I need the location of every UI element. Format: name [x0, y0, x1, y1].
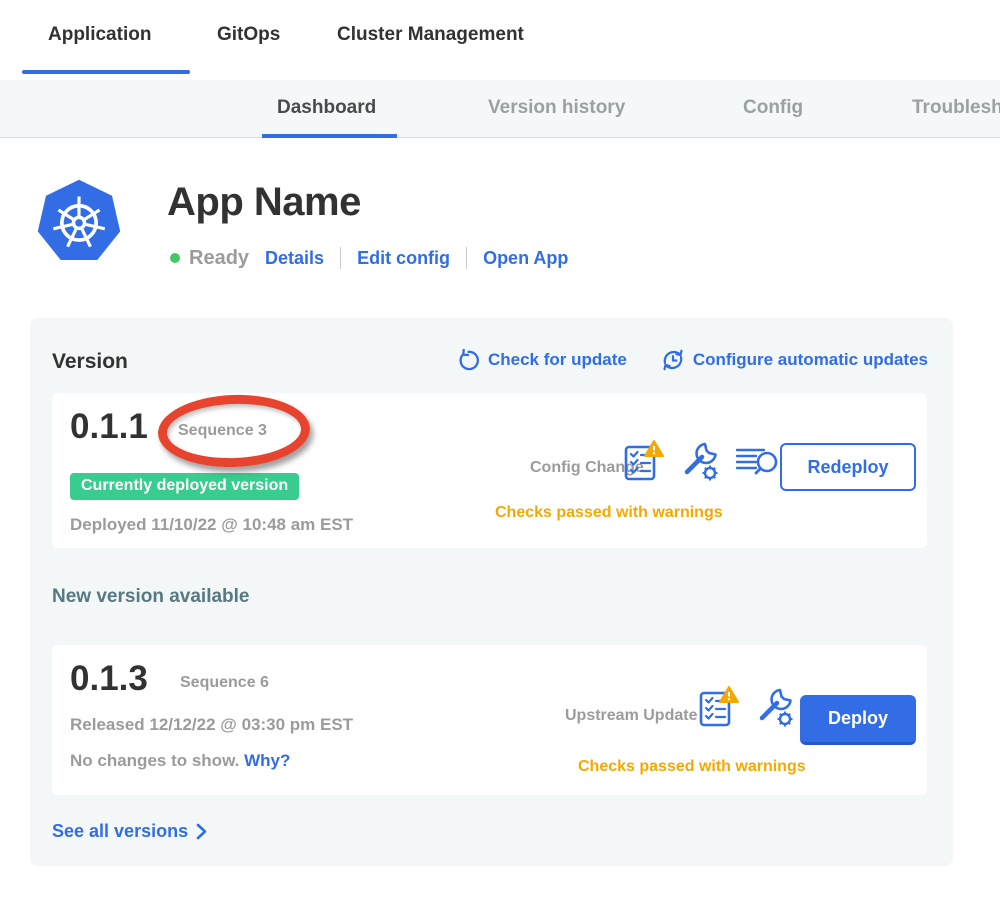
released-timestamp: Released 12/12/22 @ 03:30 pm EST	[70, 715, 353, 735]
edit-config-link[interactable]: Edit config	[357, 248, 450, 269]
tab-application[interactable]: Application	[48, 24, 151, 46]
currently-deployed-badge: Currently deployed version	[70, 473, 299, 500]
configure-automatic-updates-link[interactable]: Configure automatic updates	[661, 348, 928, 372]
new-version-card: 0.1.3 Sequence 6 Released 12/12/22 @ 03:…	[52, 645, 927, 795]
tab-gitops[interactable]: GitOps	[217, 24, 280, 46]
open-app-link[interactable]: Open App	[483, 248, 568, 269]
status-text: Ready	[189, 247, 249, 270]
tab-cluster-management[interactable]: Cluster Management	[337, 24, 524, 46]
tab-dashboard[interactable]: Dashboard	[277, 97, 376, 119]
checks-status-text[interactable]: Checks passed with warnings	[495, 504, 723, 522]
tab-config[interactable]: Config	[743, 97, 803, 119]
app-status-row: Ready Details Edit config Open App	[170, 245, 568, 271]
why-link[interactable]: Why?	[244, 751, 290, 770]
check-for-update-link[interactable]: Check for update	[457, 349, 627, 372]
edit-config-wrench-icon[interactable]	[754, 686, 796, 728]
version-action-icons	[622, 439, 780, 483]
preflight-checklist-warning-icon[interactable]	[697, 685, 741, 729]
deploy-button[interactable]: Deploy	[800, 695, 916, 745]
current-version-card: 0.1.1 Sequence 3 Currently deployed vers…	[52, 393, 927, 548]
see-all-versions-link[interactable]: See all versions	[52, 821, 207, 842]
view-diff-search-icon[interactable]	[734, 442, 780, 480]
app-sub-nav: Dashboard Version history Config Trouble…	[0, 80, 1000, 138]
new-version-number: 0.1.3	[70, 659, 148, 699]
tab-version-history[interactable]: Version history	[488, 97, 625, 119]
top-nav: Application GitOps Cluster Management	[0, 0, 1000, 80]
checks-status-text[interactable]: Checks passed with warnings	[578, 758, 806, 776]
new-version-sequence: Sequence 6	[180, 674, 269, 692]
kubernetes-logo-icon	[35, 178, 123, 266]
new-version-heading: New version available	[52, 586, 250, 608]
active-subtab-underline	[262, 134, 397, 138]
refresh-icon	[457, 349, 480, 372]
edit-config-wrench-icon[interactable]	[679, 440, 721, 482]
divider	[466, 247, 467, 269]
current-version-sequence: Sequence 3	[178, 422, 267, 440]
divider	[340, 247, 341, 269]
preflight-checklist-warning-icon[interactable]	[622, 439, 666, 483]
chevron-right-icon	[196, 823, 207, 840]
ready-status-dot-icon	[170, 253, 180, 263]
tab-troubleshoot[interactable]: Troubleshoot	[912, 97, 1000, 119]
check-for-update-label: Check for update	[488, 350, 627, 370]
version-panel-title: Version	[52, 350, 128, 374]
version-panel-actions: Check for update Configure automatic upd…	[457, 348, 928, 372]
deployed-timestamp: Deployed 11/10/22 @ 10:48 am EST	[70, 515, 353, 535]
no-changes-label: No changes to show.	[70, 751, 239, 770]
version-action-icons	[697, 685, 796, 729]
active-tab-underline	[22, 70, 190, 74]
details-link[interactable]: Details	[265, 248, 324, 269]
no-changes-text: No changes to show. Why?	[70, 751, 290, 771]
configure-automatic-updates-label: Configure automatic updates	[693, 350, 928, 370]
page-title: App Name	[167, 180, 361, 225]
current-version-number: 0.1.1	[70, 407, 148, 447]
version-panel: Version Check for update Configure autom…	[30, 318, 953, 866]
redeploy-button[interactable]: Redeploy	[780, 443, 916, 491]
see-all-versions-label: See all versions	[52, 821, 188, 842]
version-source-label: Upstream Update	[565, 707, 697, 725]
auto-update-clock-icon	[661, 348, 685, 372]
